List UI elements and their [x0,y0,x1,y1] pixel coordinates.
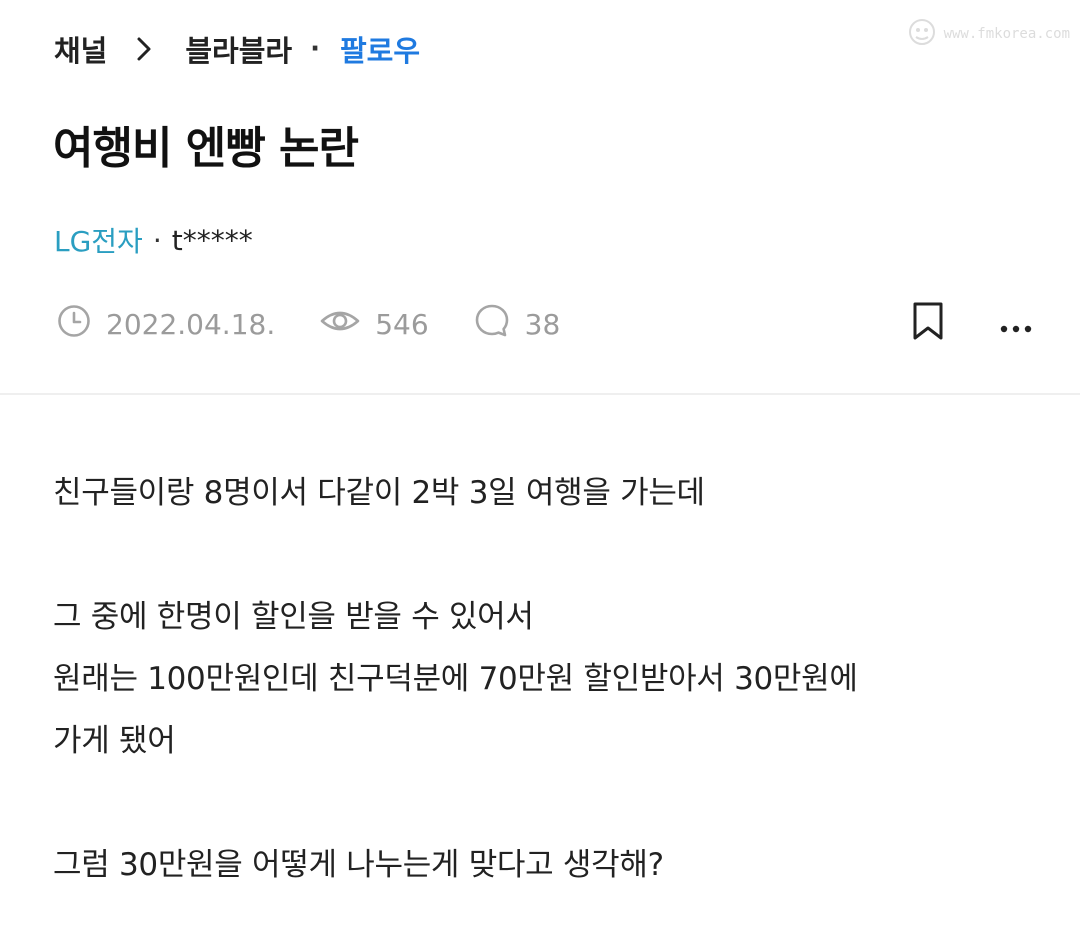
breadcrumb: 채널 블라블라 · 팔로우 [54,26,420,72]
post-views-count: 546 [375,307,429,341]
post-date-text: 2022.04.18. [106,307,276,341]
body-paragraph-2-line-3: 가게 됐어 [53,723,176,759]
breadcrumb-channel[interactable]: 채널 [54,28,107,70]
follow-button[interactable]: 팔로우 [340,28,420,70]
post-actions [904,300,1040,348]
post-comments[interactable]: 38 [473,302,561,347]
post-date: 2022.04.18. [56,303,275,346]
author-separator: · [152,223,162,257]
post-title: 여행비 엔빵 논란 [53,123,359,174]
post-comments-count: 38 [524,307,561,341]
author-line: LG전자 · t***** [54,220,253,260]
body-paragraph-1: 친구들이랑 8명이서 다같이 2박 3일 여행을 가는데 [53,475,705,511]
chevron-right-icon [129,34,159,64]
watermark-logo-icon [904,14,940,54]
author-nickname: t***** [171,223,253,257]
more-button[interactable] [992,300,1040,348]
body-paragraph-2-line-1: 그 중에 한명이 할인을 받을 수 있어서 [53,599,534,635]
divider [0,393,1080,395]
post-meta: 2022.04.18. 546 38 [56,300,1040,348]
body-paragraph-3: 그럼 30만원을 어떻게 나누는게 맞다고 생각해? [53,847,664,883]
clock-icon [56,303,106,346]
eye-icon [319,303,375,346]
post-views: 546 [319,303,429,346]
bookmark-icon [911,301,945,348]
post-body: 친구들이랑 8명이서 다같이 2박 3일 여행을 가는데 그 중에 한명이 할인… [53,462,1040,896]
bookmark-button[interactable] [904,300,952,348]
author-company[interactable]: LG전자 [54,220,143,260]
watermark-text: www.fmkorea.com [943,26,1070,42]
breadcrumb-separator: · [310,34,320,64]
more-horizontal-icon [1000,308,1032,341]
watermark: www.fmkorea.com [904,14,1070,54]
breadcrumb-board[interactable]: 블라블라 [185,28,292,70]
body-paragraph-2-line-2: 원래는 100만원인데 친구덕분에 70만원 할인받아서 30만원에 [53,661,858,697]
comment-bubble-icon [473,302,525,347]
